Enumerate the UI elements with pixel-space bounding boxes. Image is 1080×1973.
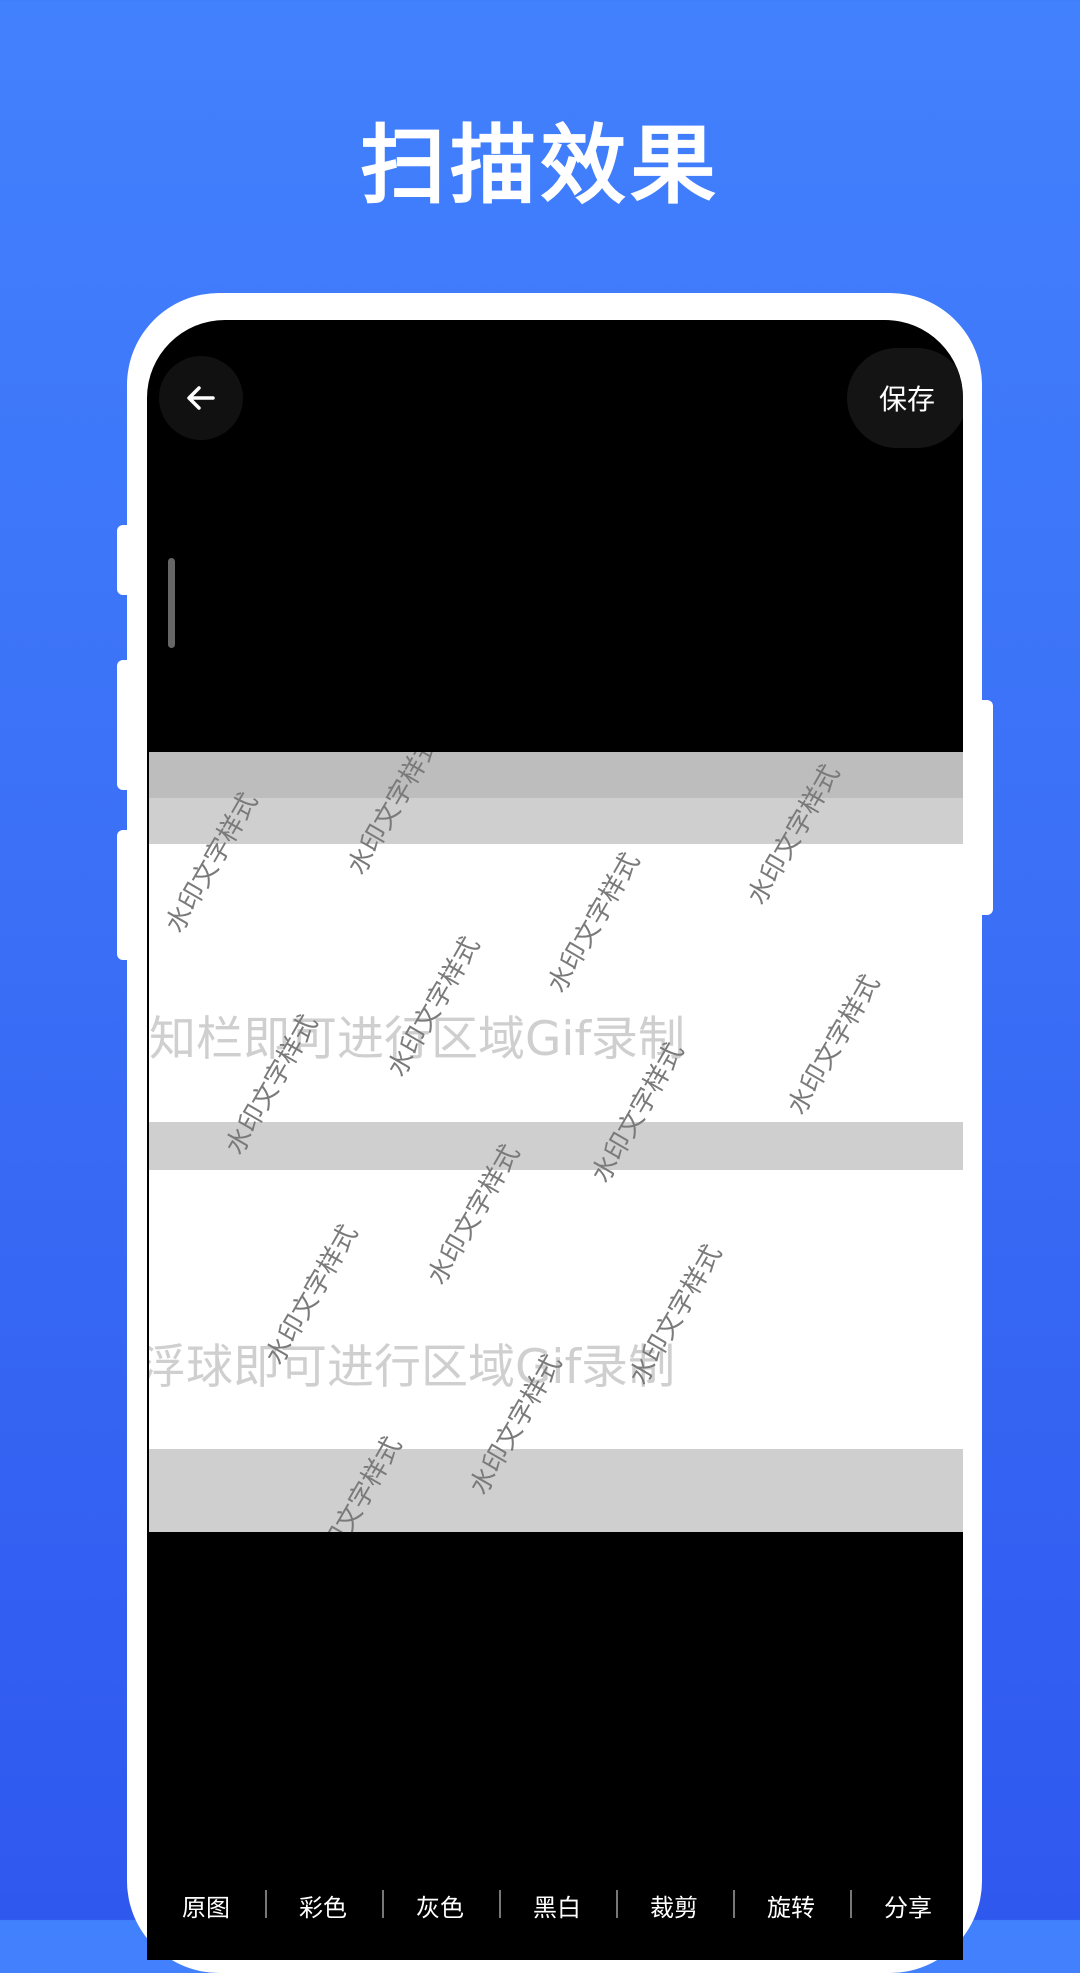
scroll-indicator[interactable] [168,558,175,648]
gray-band [149,1449,963,1532]
tool-rotate[interactable]: 旋转 [767,1888,815,1923]
toolbar-divider [850,1890,852,1918]
tool-original[interactable]: 原图 [182,1888,230,1923]
toolbar-divider [499,1890,501,1918]
tool-gray[interactable]: 灰色 [416,1888,464,1923]
phone-side-button [117,660,135,790]
document-text-line: 浮球即可进行区域Gif录制 [149,1340,676,1395]
tool-crop[interactable]: 裁剪 [650,1888,698,1923]
bottom-toolbar: 原图 彩色 灰色 黑白 裁剪 旋转 分享 [147,1838,963,1960]
promo-title: 扫描效果 [360,116,720,216]
back-button[interactable] [159,356,243,440]
gray-band [149,798,963,844]
phone-side-button [975,700,993,915]
tool-black-white[interactable]: 黑白 [533,1888,581,1923]
watermark-text: 水印文字样式 [782,969,887,1120]
toolbar-divider [616,1890,618,1918]
tool-share[interactable]: 分享 [884,1888,932,1923]
tool-color[interactable]: 彩色 [299,1888,347,1923]
save-button[interactable]: 保存 [847,348,963,448]
scanned-document-preview: 知栏即可进行区域Gif录制 浮球即可进行区域Gif录制 水印文字样式 水印文字样… [149,752,963,1532]
watermark-text: 水印文字样式 [542,847,647,998]
toolbar-divider [265,1890,267,1918]
toolbar-divider [382,1890,384,1918]
gray-band [149,1122,963,1170]
phone-side-button [117,830,135,960]
phone-screen: 保存 知栏即可进行区域Gif录制 浮球即可进行区域Gif录制 水印文字样式 水印… [147,320,963,1960]
arrow-left-icon [187,386,215,410]
toolbar-divider [733,1890,735,1918]
phone-side-button [117,525,135,595]
